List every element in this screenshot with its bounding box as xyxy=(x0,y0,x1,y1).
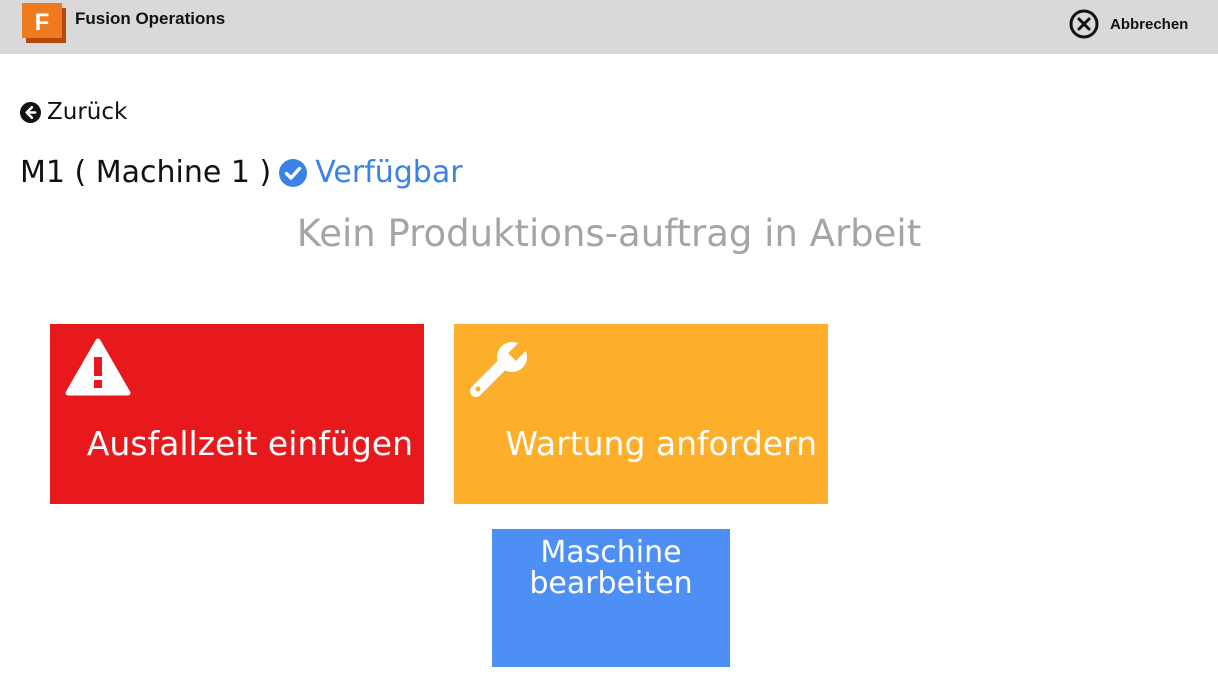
back-link[interactable]: Zurück xyxy=(20,99,127,125)
check-circle-icon xyxy=(279,158,308,187)
insert-downtime-label: Ausfallzeit einfügen xyxy=(86,424,413,463)
warning-icon xyxy=(65,338,131,396)
edit-machine-label: Maschine bearbeiten xyxy=(492,537,730,599)
machine-name: M1 ( Machine 1 ) xyxy=(20,155,272,190)
wrench-icon xyxy=(470,339,530,397)
cancel-button[interactable]: Abbrechen xyxy=(1069,8,1188,40)
edit-machine-button[interactable]: Maschine bearbeiten xyxy=(492,529,730,667)
request-maintenance-label: Wartung anfordern xyxy=(505,424,817,463)
logo-letter: F xyxy=(35,9,50,36)
edit-machine-label-line1: Maschine xyxy=(540,535,682,570)
top-bar: F Fusion Operations Abbrechen xyxy=(0,0,1218,54)
arrow-left-circle-icon xyxy=(20,101,41,123)
status-label: Verfügbar xyxy=(315,155,463,190)
cancel-label: Abbrechen xyxy=(1110,15,1189,33)
fusion-logo-icon: F xyxy=(22,3,66,43)
edit-machine-label-line2: bearbeiten xyxy=(529,566,693,601)
machine-header: M1 ( Machine 1 ) Verfügbar xyxy=(20,155,463,190)
request-maintenance-button[interactable]: Wartung anfordern xyxy=(454,324,828,504)
close-circle-icon xyxy=(1069,9,1099,39)
app-title: Fusion Operations xyxy=(75,9,226,28)
back-label: Zurück xyxy=(47,99,128,125)
no-order-message: Kein Produktions-auftrag in Arbeit xyxy=(296,212,922,255)
insert-downtime-button[interactable]: Ausfallzeit einfügen xyxy=(50,324,424,504)
